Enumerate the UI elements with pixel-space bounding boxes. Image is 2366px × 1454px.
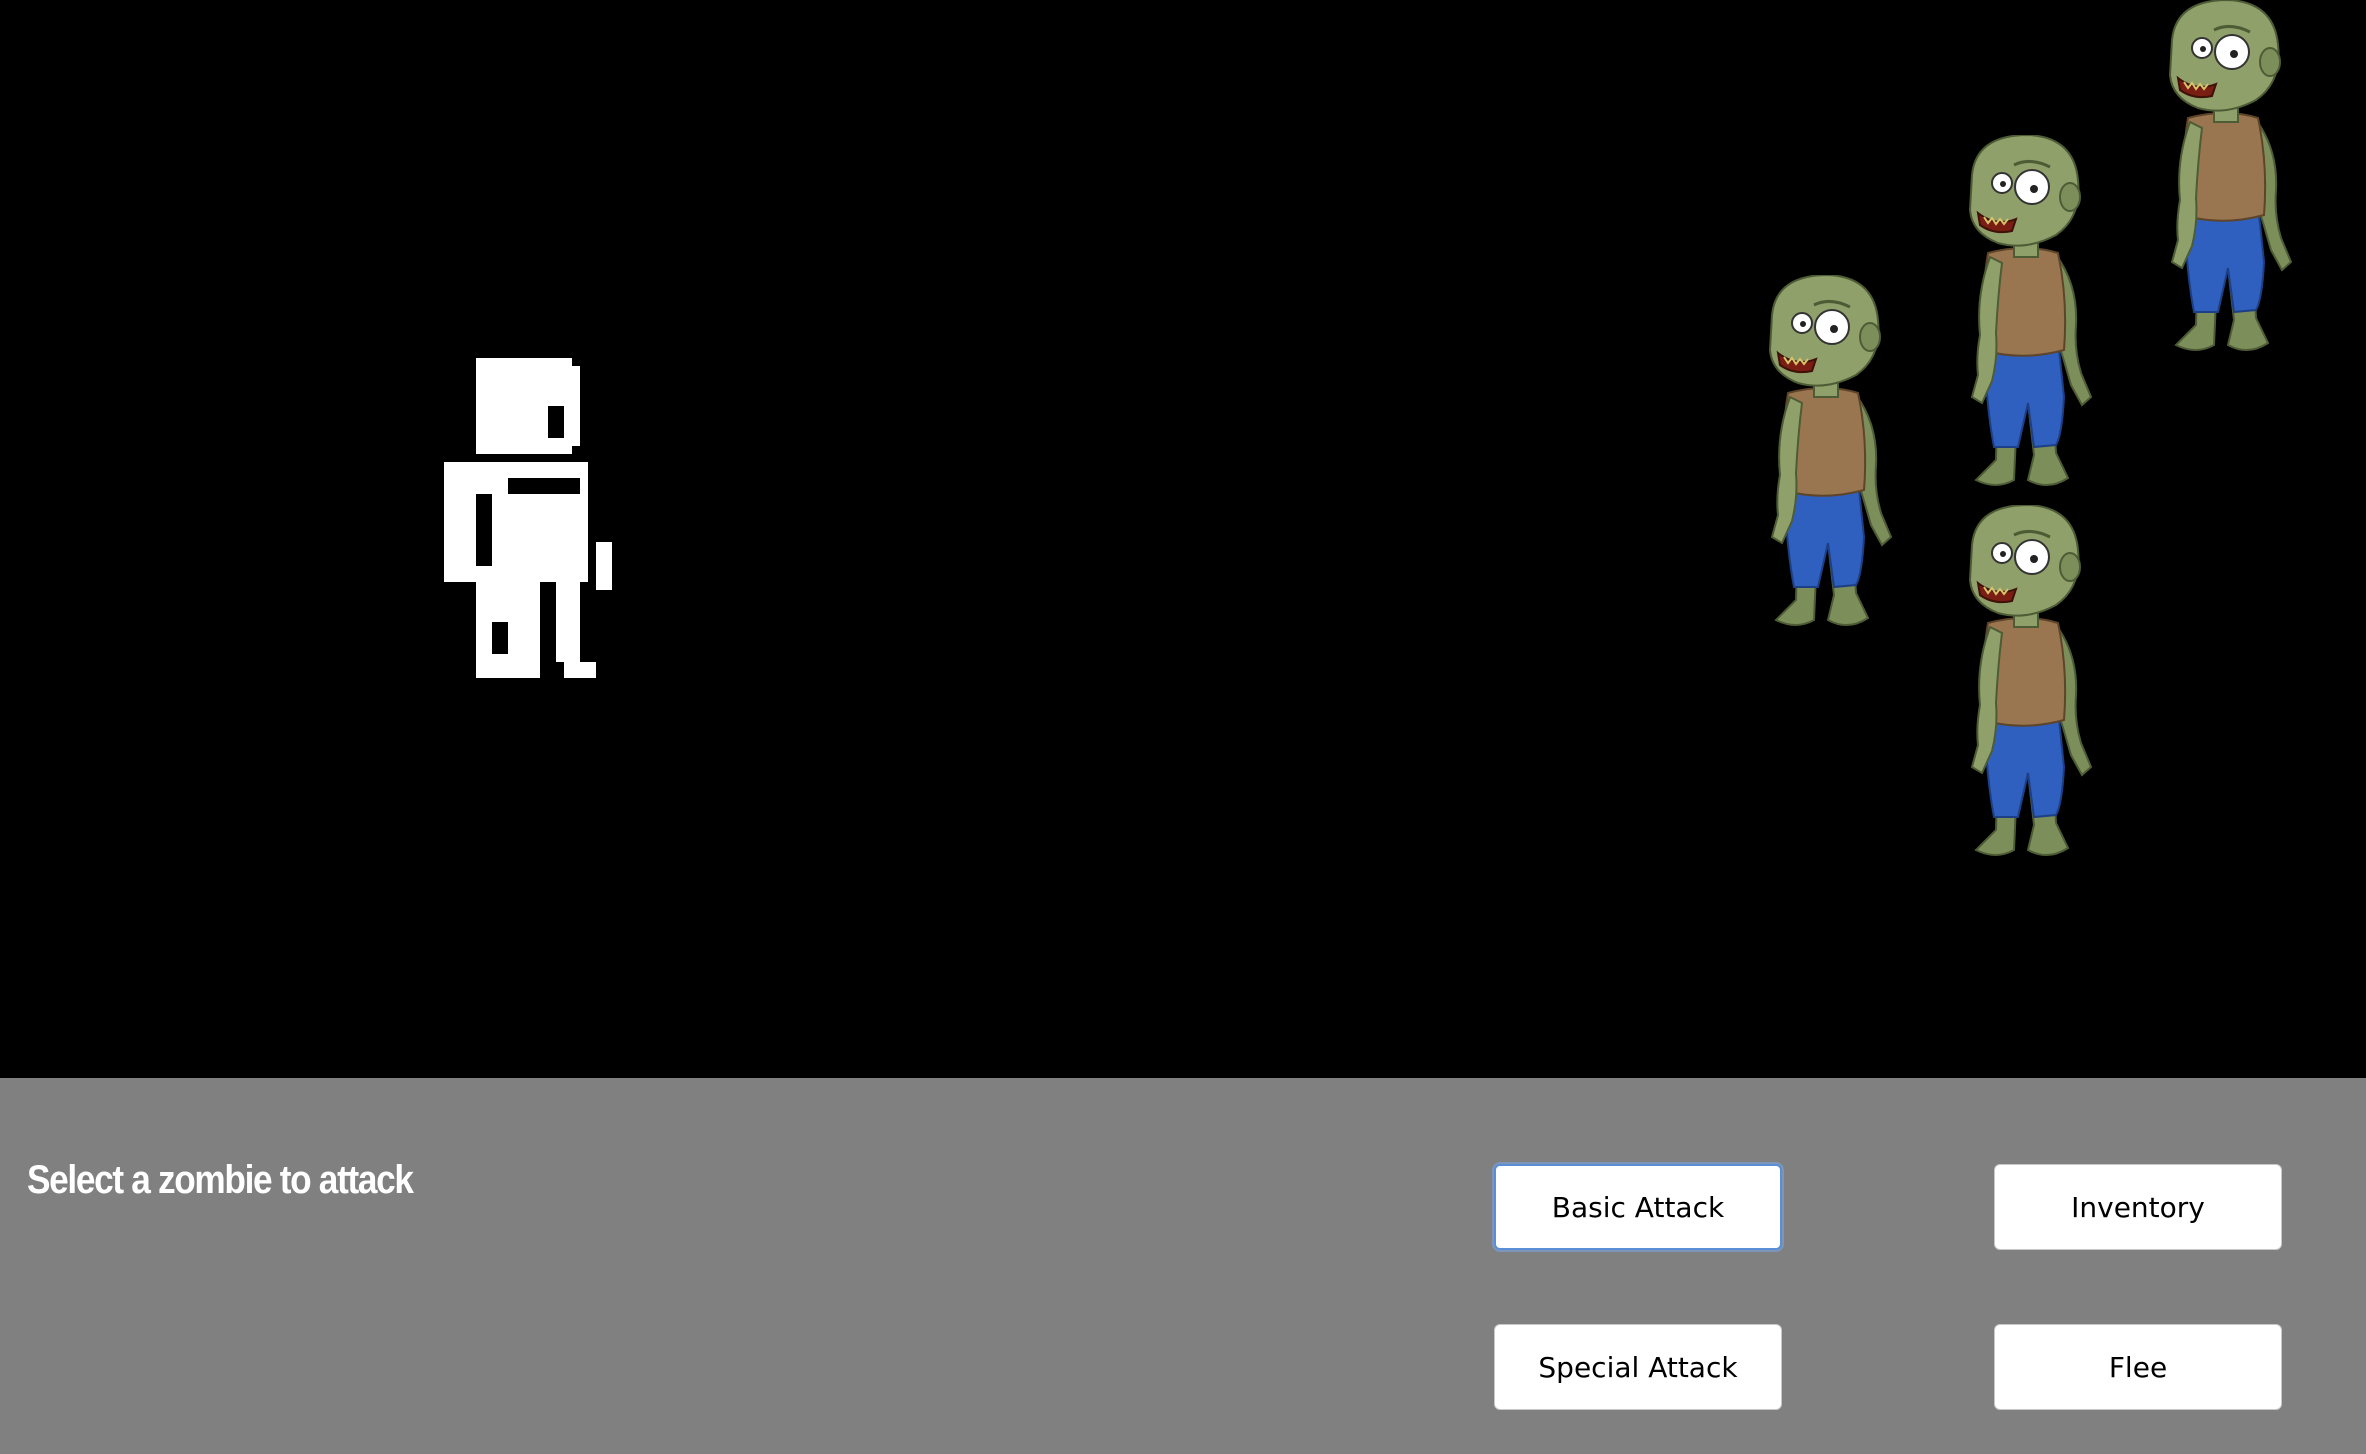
inventory-button[interactable]: Inventory	[1994, 1164, 2282, 1250]
zombie-enemy[interactable]	[2106, 0, 2306, 370]
action-panel: Select a zombie to attack Basic Attack I…	[0, 1078, 2366, 1454]
zombie-enemy[interactable]	[1906, 505, 2106, 875]
special-attack-button[interactable]: Special Attack	[1494, 1324, 1782, 1410]
zombie-enemy[interactable]	[1706, 275, 1906, 645]
player-sprite	[444, 358, 612, 678]
basic-attack-button[interactable]: Basic Attack	[1494, 1164, 1782, 1250]
battle-prompt: Select a zombie to attack	[27, 1158, 414, 1202]
battle-screen: Select a zombie to attack Basic Attack I…	[0, 0, 2366, 1454]
flee-button[interactable]: Flee	[1994, 1324, 2282, 1410]
zombie-enemy[interactable]	[1906, 135, 2106, 505]
battle-arena	[0, 0, 2366, 1078]
